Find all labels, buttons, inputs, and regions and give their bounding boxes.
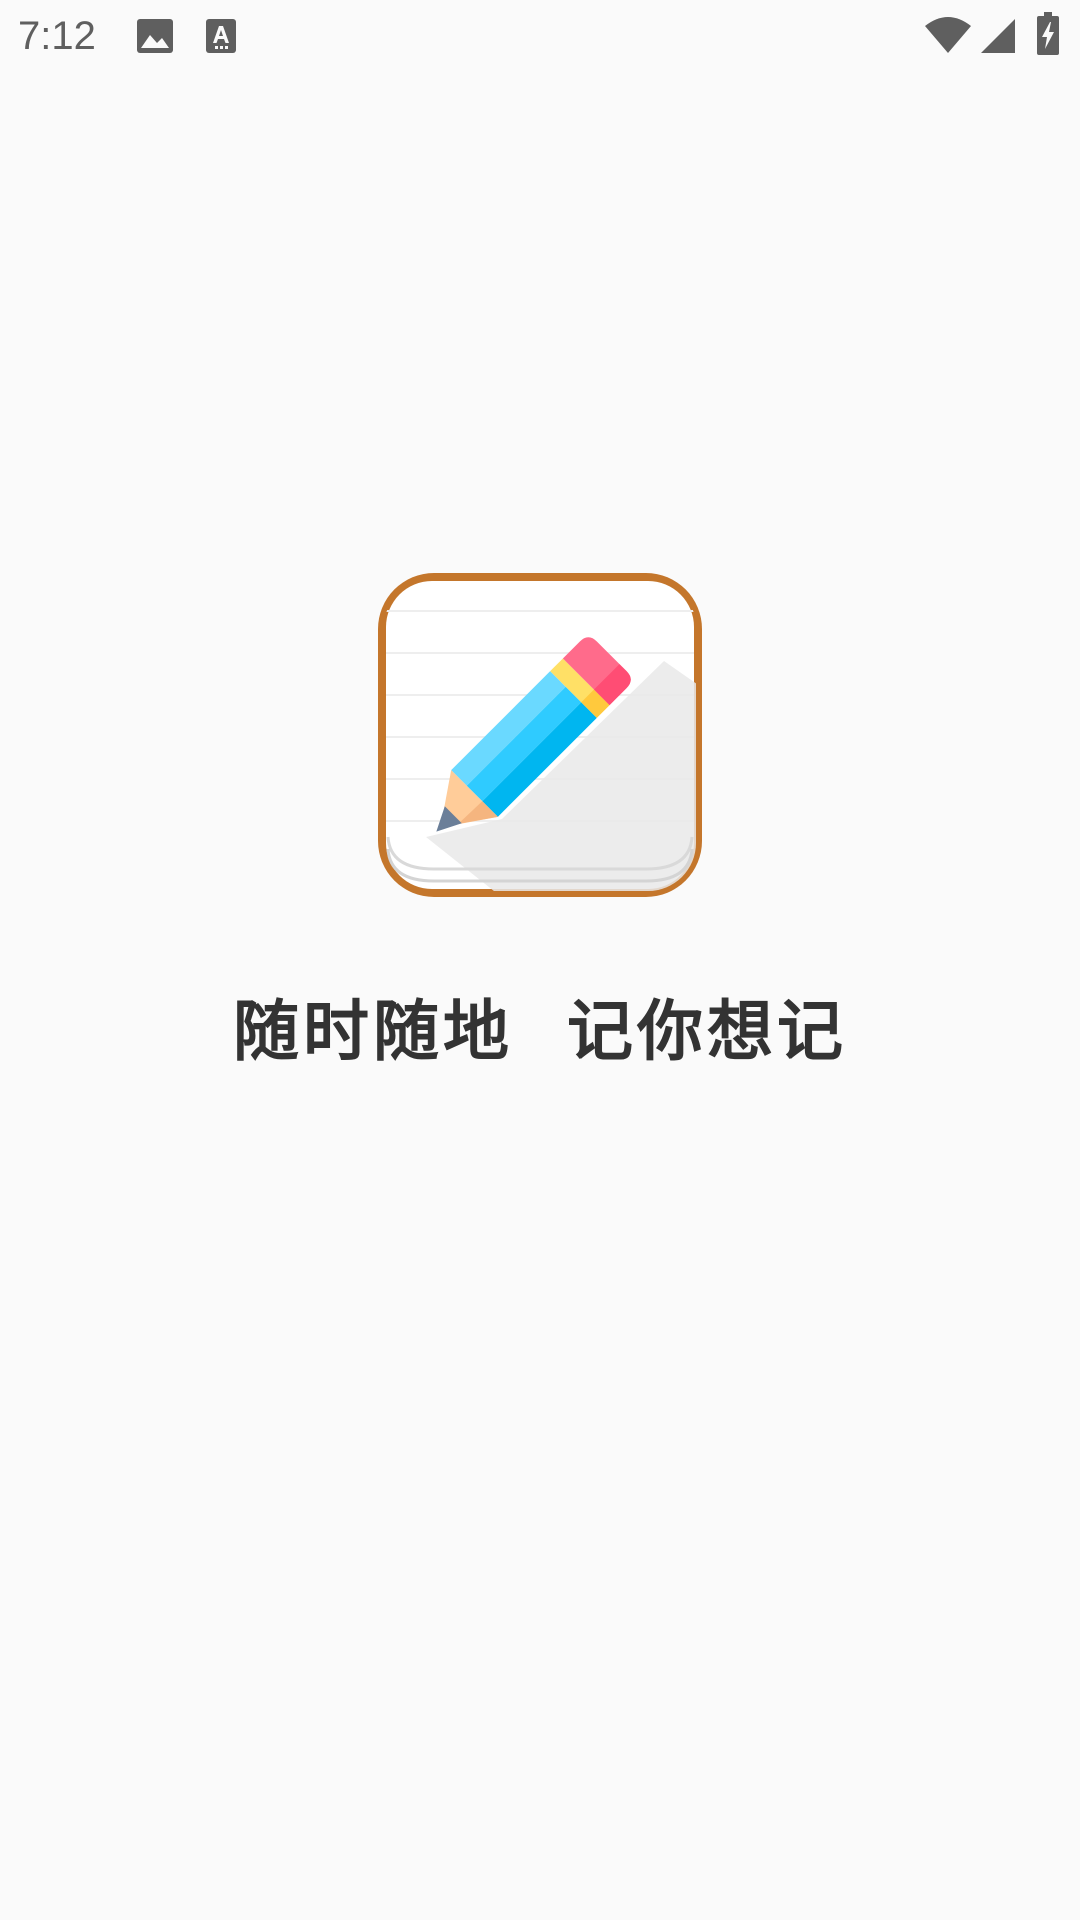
notebook-pencil-logo	[378, 573, 702, 897]
cell-signal-icon	[981, 19, 1015, 53]
wifi-icon	[925, 17, 971, 53]
status-bar: 7:12	[0, 0, 1080, 72]
font-a-icon	[206, 19, 236, 53]
status-time: 7:12	[18, 14, 96, 58]
tagline: 随时随地 记你想记	[233, 993, 847, 1070]
battery-charging-icon	[1037, 12, 1059, 55]
image-icon	[137, 19, 173, 53]
